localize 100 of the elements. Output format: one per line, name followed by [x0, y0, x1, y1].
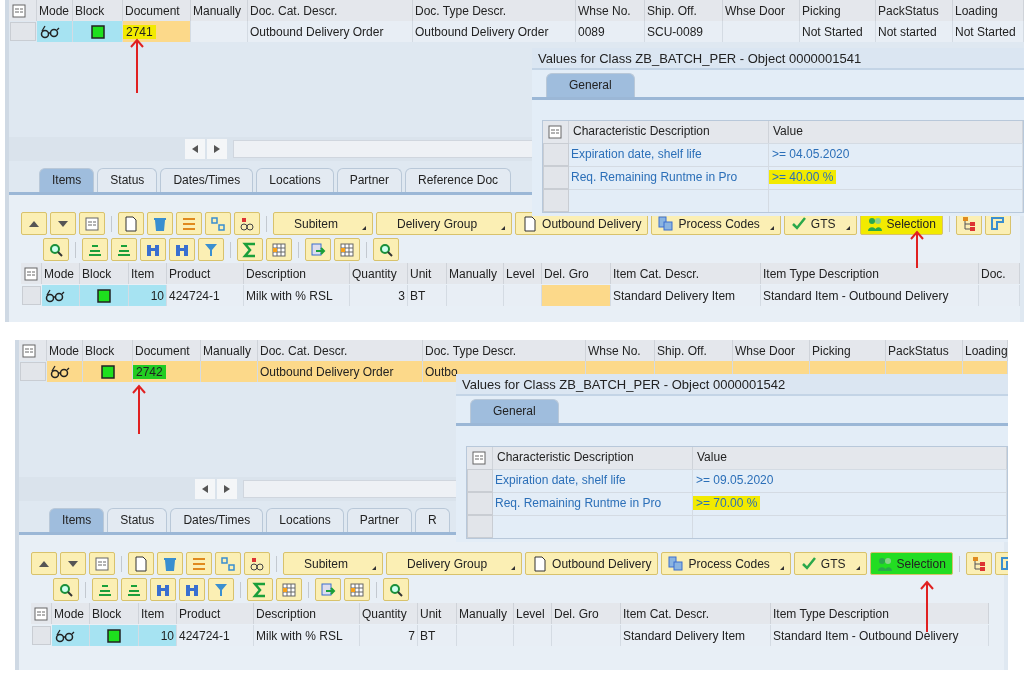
annotation-arrow [131, 384, 147, 434]
caret-icon [855, 566, 860, 570]
column-header: Level [514, 603, 552, 624]
column-header: Block [90, 603, 139, 624]
column-header: Doc. Type Descr. [413, 0, 576, 21]
filter-icon [213, 581, 229, 598]
scroll-right-button[interactable] [207, 139, 227, 159]
toolbar-icon-button[interactable] [965, 552, 992, 575]
caret-icon [362, 226, 367, 230]
toolbar-button[interactable]: Delivery Group [386, 552, 523, 575]
toolbar-icon-button[interactable] [373, 238, 399, 261]
column-header: Description [244, 263, 350, 284]
toolbar-icon-button[interactable] [60, 552, 86, 575]
column-header: Value [693, 447, 1007, 469]
toolbar-icon-button[interactable] [179, 578, 205, 601]
tab[interactable]: Locations [256, 168, 334, 192]
table-cell: 10 [139, 625, 177, 646]
tab[interactable]: Dates/Times [160, 168, 254, 192]
table-cell: Expiration date, shelf life [493, 469, 693, 492]
column-header: Whse No. [586, 340, 655, 361]
column-header: Mode [42, 263, 80, 284]
column-header: Quantity [360, 603, 418, 624]
tab[interactable]: Locations [266, 508, 344, 532]
right-arrow-icon [214, 145, 220, 153]
table-cell: Outbound Delivery Order [413, 21, 576, 42]
table-cell: Standard Item - Outbound Delivery [761, 285, 979, 306]
tab[interactable]: Items [39, 168, 95, 192]
dialog-title: Values for Class ZB_BATCH_PER - Object 0000001542 [456, 374, 1008, 396]
table-row[interactable]: 2741 Outbound Delivery Order Outbound Delivery Order 0089 SCU-0089 Not Started Not started Not Started [9, 21, 1024, 42]
column-header: Item Cat. Descr. [621, 603, 771, 624]
layout-icon [84, 215, 100, 232]
tab[interactable]: Partner [336, 168, 402, 192]
table-cell: BT [408, 285, 447, 306]
toolbar-icon-button[interactable] [234, 212, 260, 235]
column-header: Mode [47, 340, 83, 361]
characteristic-value: >= 04.05.2020 [771, 147, 851, 161]
layout-icon [94, 555, 110, 572]
search-icon [48, 241, 64, 258]
column-header: Description [254, 603, 360, 624]
document-icon [123, 215, 139, 232]
toolbar-icon-button[interactable] [43, 238, 69, 261]
column-header: Document [133, 340, 201, 361]
toolbar-icon-button[interactable] [150, 578, 176, 601]
toolbar-button[interactable]: Outbound Delivery [525, 552, 659, 575]
scroll-left-button[interactable] [195, 479, 215, 499]
document-icon [522, 215, 539, 232]
tab[interactable]: Reference Doc [405, 168, 512, 192]
toolbar-icon-button[interactable] [244, 552, 270, 575]
tab[interactable]: Items [49, 508, 105, 532]
glasses-icon [44, 288, 66, 303]
highlighted-value: 2741 [123, 24, 156, 39]
column-header: Manually [457, 603, 514, 624]
column-header: Unit [418, 603, 457, 624]
toolbar-button[interactable]: Subitem [273, 212, 374, 235]
annotation-arrow [129, 38, 145, 93]
toolbar-button[interactable]: Subitem [283, 552, 384, 575]
toolbar-icon-button[interactable] [53, 578, 79, 601]
tab[interactable]: Partner [346, 508, 412, 532]
column-header: Ship. Off. [655, 340, 733, 361]
grid-icon [281, 581, 297, 598]
column-header: Document [123, 0, 191, 21]
annotation-arrow [919, 580, 935, 632]
toolbar-icon-button[interactable] [31, 552, 57, 575]
layout-icon [21, 342, 37, 359]
toolbar-button[interactable]: Delivery Group [376, 212, 513, 235]
tab[interactable]: Dates/Times [170, 508, 264, 532]
toolbar-icon-button[interactable] [50, 212, 76, 235]
toolbar-icon-button[interactable] [140, 238, 166, 261]
frame-icon [989, 215, 1006, 232]
scroll-right-button[interactable] [217, 479, 237, 499]
scroll-left-button[interactable] [185, 139, 205, 159]
caret-icon [501, 226, 506, 230]
column-header: Item [129, 263, 167, 284]
toolbar-button[interactable]: GTS [793, 552, 867, 575]
export-icon [320, 581, 336, 598]
filter-icon [203, 241, 219, 258]
expand-icon [220, 555, 236, 572]
toolbar-icon-button[interactable] [21, 212, 47, 235]
table-cell: 424724-1 [177, 625, 254, 646]
toolbar-icon-button[interactable] [383, 578, 409, 601]
column-header: Del. Gro [542, 263, 611, 284]
column-header: Doc. Cat. Descr. [248, 0, 413, 21]
table-cell: Req. Remaining Runtme in Pro [493, 492, 693, 515]
toolbar-icon-button[interactable] [169, 238, 195, 261]
search-icon [388, 581, 404, 598]
column-header: Item [139, 603, 177, 624]
toolbar-button[interactable]: Selection [869, 552, 953, 575]
tab[interactable]: Status [97, 168, 158, 192]
column-header: Item Type Description [761, 263, 979, 284]
tab[interactable]: Status [107, 508, 168, 532]
tab[interactable]: General [470, 399, 559, 423]
tab[interactable]: General [546, 73, 635, 97]
glasses-icon [54, 628, 76, 643]
column-header: Whse No. [576, 0, 645, 21]
column-header: Item Cat. Descr. [611, 263, 761, 284]
toolbar-button[interactable]: Process Codes [661, 552, 791, 575]
status-icon [90, 24, 105, 39]
table-cell [201, 361, 258, 382]
tab[interactable]: R [415, 508, 450, 532]
column-header: Doc. Cat. Descr. [258, 340, 423, 361]
